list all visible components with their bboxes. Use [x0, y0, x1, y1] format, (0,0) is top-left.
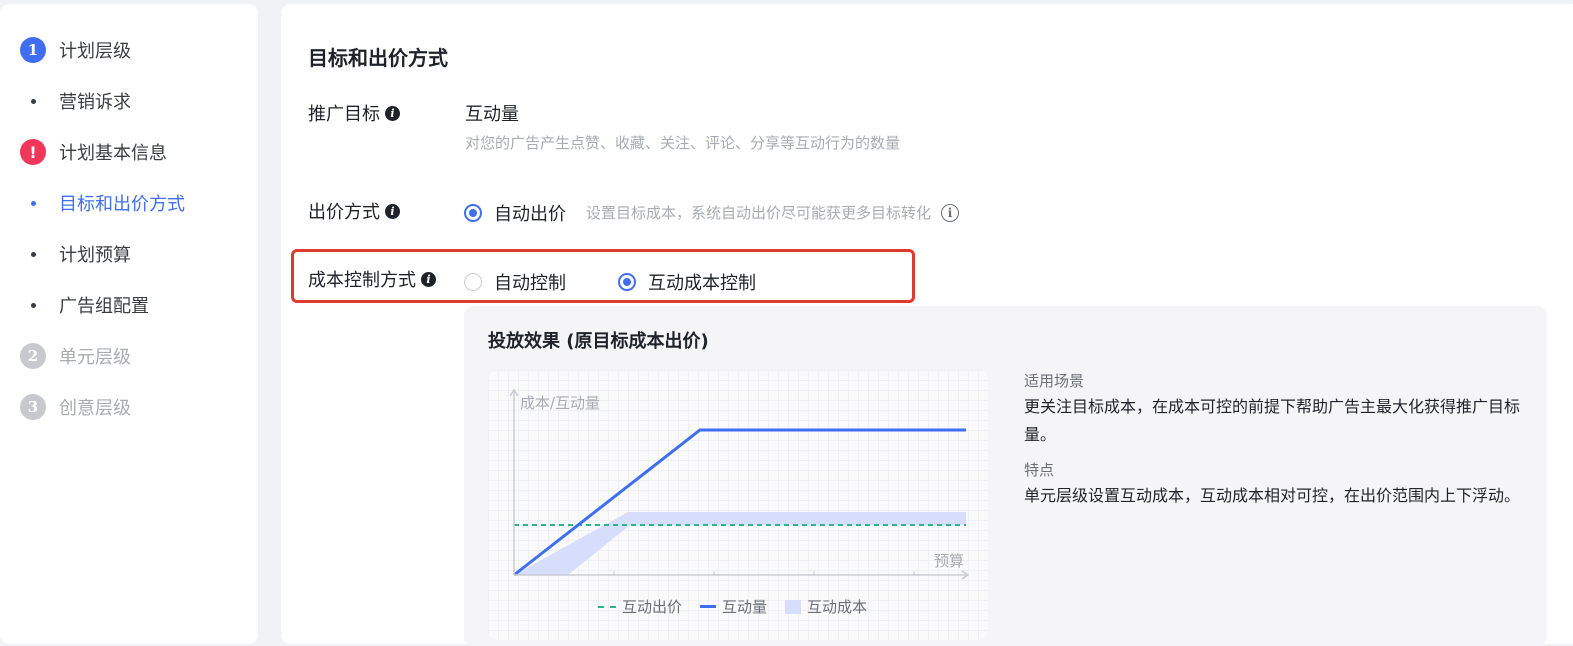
bullet-dot [30, 302, 36, 308]
info-icon[interactable]: i [421, 271, 436, 287]
section-title: 目标和出价方式 [308, 46, 448, 70]
nav-label: 计划基本信息 [59, 143, 167, 164]
bid-label: 出价方式 [308, 202, 380, 223]
warning-icon: ! [20, 139, 46, 165]
scenario-block: 适用场景 更关注目标成本，在成本可控的前提下帮助广告主最大化获得推广目标量。 [1024, 370, 1524, 449]
bid-hint-text: 设置目标成本，系统自动出价尽可能获更多目标转化 [586, 204, 932, 222]
circle-info-icon[interactable]: i [941, 203, 960, 222]
scenario-body: 更关注目标成本，在成本可控的前提下帮助广告主最大化获得推广目标量。 [1024, 397, 1521, 444]
nav-label: 计划层级 [59, 41, 131, 62]
nav-item-plan-level[interactable]: 1 计划层级 [20, 37, 131, 63]
x-axis-label: 预算 [934, 552, 964, 570]
bullet-dot [30, 98, 36, 104]
bullet-dot [30, 200, 36, 206]
legend-dash-swatch [598, 605, 616, 608]
effect-chart: 成本/互动量 预算 互动出价 互动量 互动成本 [488, 370, 988, 640]
radio-unchecked[interactable] [464, 273, 482, 291]
auto-bid-label: 自动出价 [494, 204, 566, 225]
interaction-cost-control-label: 互动成本控制 [648, 273, 756, 294]
nav-item-adgroup-config[interactable]: 广告组配置 [20, 292, 149, 318]
step-3-badge: 3 [20, 394, 46, 420]
legend-item: 互动成本 [785, 596, 867, 617]
interaction-cost-control-radio-option[interactable]: 互动成本控制 [618, 269, 756, 295]
feature-block: 特点 单元层级设置互动成本，互动成本相对可控，在出价范围内上下浮动。 [1024, 459, 1524, 510]
auto-control-radio-option[interactable]: 自动控制 [464, 269, 566, 295]
nav-item-plan-budget[interactable]: 计划预算 [20, 241, 131, 267]
legend-item: 互动出价 [598, 596, 682, 617]
legend-area-swatch [785, 599, 802, 614]
effect-title: 投放效果 (原目标成本出价) [488, 331, 709, 352]
bid-hint: 设置目标成本，系统自动出价尽可能获更多目标转化 i [586, 202, 960, 223]
goal-description: 对您的广告产生点赞、收藏、关注、评论、分享等互动行为的数量 [465, 134, 901, 152]
y-axis-label: 成本/互动量 [520, 394, 600, 412]
nav-item-plan-basic-info[interactable]: ! 计划基本信息 [20, 139, 167, 165]
info-icon[interactable]: i [385, 105, 400, 121]
nav-label: 计划预算 [59, 245, 131, 266]
radio-checked[interactable] [618, 273, 636, 291]
feature-heading: 特点 [1024, 461, 1055, 479]
legend-item: 互动量 [700, 596, 767, 617]
step-1-badge: 1 [20, 37, 46, 63]
step-2-badge: 2 [20, 343, 46, 369]
goal-label: 推广目标 [308, 104, 380, 125]
nav-item-unit-level[interactable]: 2 单元层级 [20, 343, 131, 369]
sidebar: 1 计划层级 营销诉求 ! 计划基本信息 目标和出价方式 计划预算 广告组配置 … [0, 4, 258, 644]
nav-label: 广告组配置 [59, 296, 149, 317]
goal-value: 互动量 [465, 104, 519, 125]
effect-panel: 投放效果 (原目标成本出价) 成本/互动量 预算 互动出价 互动量 互动成本 适… [464, 306, 1547, 646]
nav-item-marketing-needs[interactable]: 营销诉求 [20, 88, 131, 114]
bid-label-row: 出价方式 i [308, 198, 400, 224]
legend-label: 互动量 [722, 598, 768, 616]
radio-checked[interactable] [464, 204, 482, 222]
cost-control-label: 成本控制方式 [308, 270, 416, 291]
main-panel: 目标和出价方式 推广目标 i 互动量 对您的广告产生点赞、收藏、关注、评论、分享… [281, 4, 1573, 646]
info-icon[interactable]: i [385, 203, 400, 219]
legend-line-swatch [700, 605, 717, 608]
goal-label-row: 推广目标 i [308, 100, 400, 126]
nav-label: 营销诉求 [59, 92, 131, 113]
auto-control-label: 自动控制 [494, 273, 566, 294]
nav-item-creative-level[interactable]: 3 创意层级 [20, 394, 131, 420]
nav-label: 单元层级 [59, 347, 131, 368]
legend-label: 互动成本 [807, 598, 868, 616]
scenario-heading: 适用场景 [1024, 372, 1085, 390]
nav-label: 目标和出价方式 [59, 194, 185, 215]
legend-label: 互动出价 [622, 598, 683, 616]
bullet-dot [30, 251, 36, 257]
nav-item-goal-and-bid[interactable]: 目标和出价方式 [20, 190, 185, 216]
nav-label: 创意层级 [59, 398, 131, 419]
feature-body: 单元层级设置互动成本，互动成本相对可控，在出价范围内上下浮动。 [1024, 486, 1521, 505]
auto-bid-radio-option[interactable]: 自动出价 [464, 200, 566, 226]
cost-control-label-row: 成本控制方式 i [308, 266, 436, 292]
chart-legend: 互动出价 互动量 互动成本 [598, 596, 885, 617]
